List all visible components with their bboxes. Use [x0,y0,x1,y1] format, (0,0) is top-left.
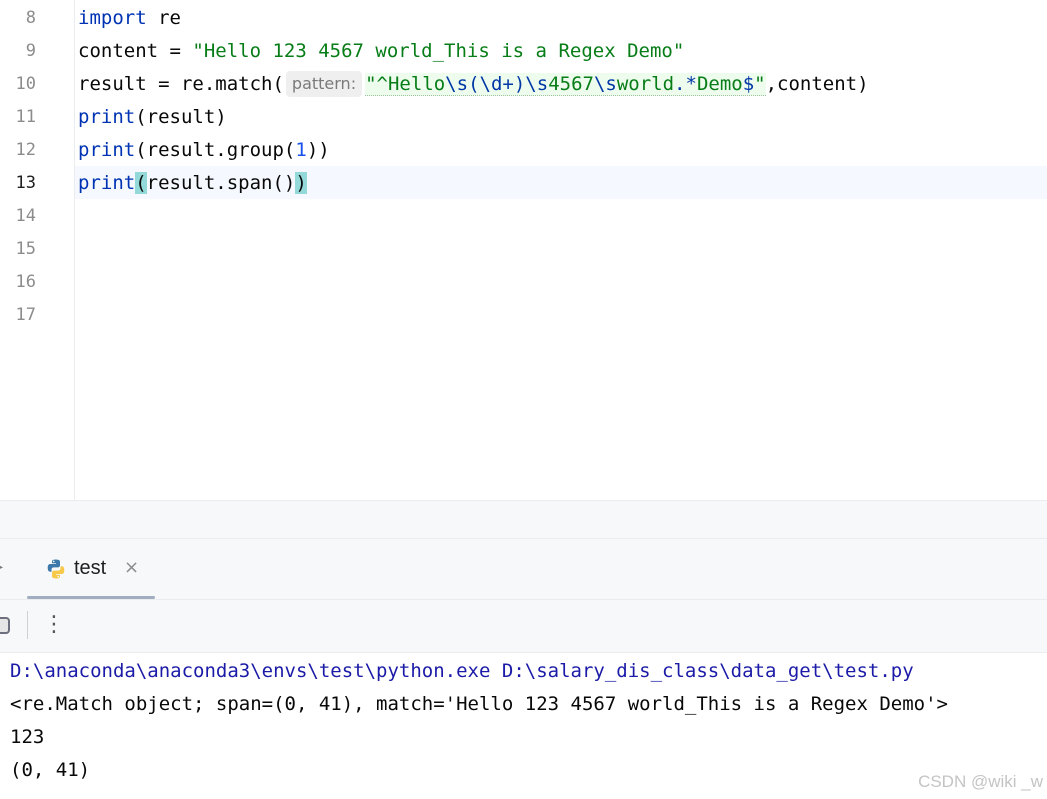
line-number: 12 [15,140,36,160]
line-number-current: 13 [15,173,36,193]
run-tab-bar: ▸ test × [0,539,1047,600]
code-line-10[interactable]: result = re.match(pattern: "^Hello\s(\d+)… [78,68,869,101]
matched-brace-open: ( [135,172,147,194]
line-number: 14 [15,206,36,226]
regex-escape-token: \s [593,73,617,95]
panel-divider[interactable] [0,500,1047,539]
console-line: (0, 41) [10,759,91,781]
run-tool-window: ▸ test × ⋮ D:\anaconda\anaconda3\envs\te… [0,538,1047,799]
regex-text-token: 4567 [548,73,594,95]
regex-escape-token: ( [468,73,480,95]
code-text: content = [78,40,193,62]
line-number: 11 [15,107,36,127]
code-text: result.span() [146,172,296,194]
run-tab-test[interactable]: test × [27,539,155,599]
regex-text-token: "^Hello [365,73,446,95]
line-number: 17 [15,305,36,325]
line-number: 15 [15,239,36,259]
toolbar-separator [27,611,28,639]
run-toolbar: ⋮ [0,600,1047,653]
keyword: import [78,7,147,29]
regex-escape-token: .* [674,73,697,95]
line-number: 10 [15,74,36,94]
regex-escape-token: $ [742,73,755,95]
code-line-13[interactable]: print(result.span()) [78,167,307,200]
console-line: 123 [10,726,45,748]
stop-icon[interactable] [0,617,10,634]
code-text: ,content) [765,73,869,95]
more-options-icon[interactable]: ⋮ [43,610,65,640]
console-line: <re.Match object; span=(0, 41), match='H… [10,693,948,715]
builtin-print: print [78,139,136,161]
string-literal: "Hello 123 4567 world_This is a Regex De… [192,40,685,62]
code-editor[interactable]: 8 9 10 11 12 13 14 15 16 17 import re co… [0,0,1047,500]
line-number-gutter: 8 9 10 11 12 13 14 15 16 17 [0,0,75,500]
console-command-line: D:\anaconda\anaconda3\envs\test\python.e… [10,660,914,682]
regex-literal: "^Hello\s(\d+)\s4567\sworld.*Demo$" [365,73,766,96]
console-output[interactable]: D:\anaconda\anaconda3\envs\test\python.e… [10,655,1040,787]
code-line-8[interactable]: import re [78,2,181,35]
regex-escape-token: \d+ [479,73,514,95]
code-text: (result.group( [135,139,296,161]
active-tab-indicator [27,596,155,599]
pin-arrow-icon[interactable]: ▸ [0,559,3,575]
matched-brace-close: ) [295,172,307,194]
regex-escape-token: \s [445,73,469,95]
line-number: 16 [15,272,36,292]
run-tab-label: test [74,557,107,579]
code-text: )) [306,139,330,161]
regex-escape-token: ) [513,73,526,95]
code-text: result = re.match( [78,73,284,95]
regex-escape-token: \s [525,73,549,95]
code-line-12[interactable]: print(result.group(1)) [78,134,330,167]
line-number: 8 [25,8,36,28]
watermark: CSDN @wiki _w [918,772,1043,791]
code-text: re [146,7,181,29]
code-line-9[interactable]: content = "Hello 123 4567 world_This is … [78,35,684,68]
python-icon [45,558,67,580]
code-text: (result) [135,106,227,128]
line-number: 9 [25,41,36,61]
builtin-print: print [78,106,136,128]
number-literal: 1 [295,139,307,161]
parameter-hint: pattern: [285,71,363,97]
regex-text-token: world [616,73,675,95]
builtin-print: print [78,172,136,194]
code-line-11[interactable]: print(result) [78,101,227,134]
regex-text-token: " [754,73,766,95]
regex-text-token: Demo [696,73,743,95]
close-icon[interactable]: × [124,557,139,578]
